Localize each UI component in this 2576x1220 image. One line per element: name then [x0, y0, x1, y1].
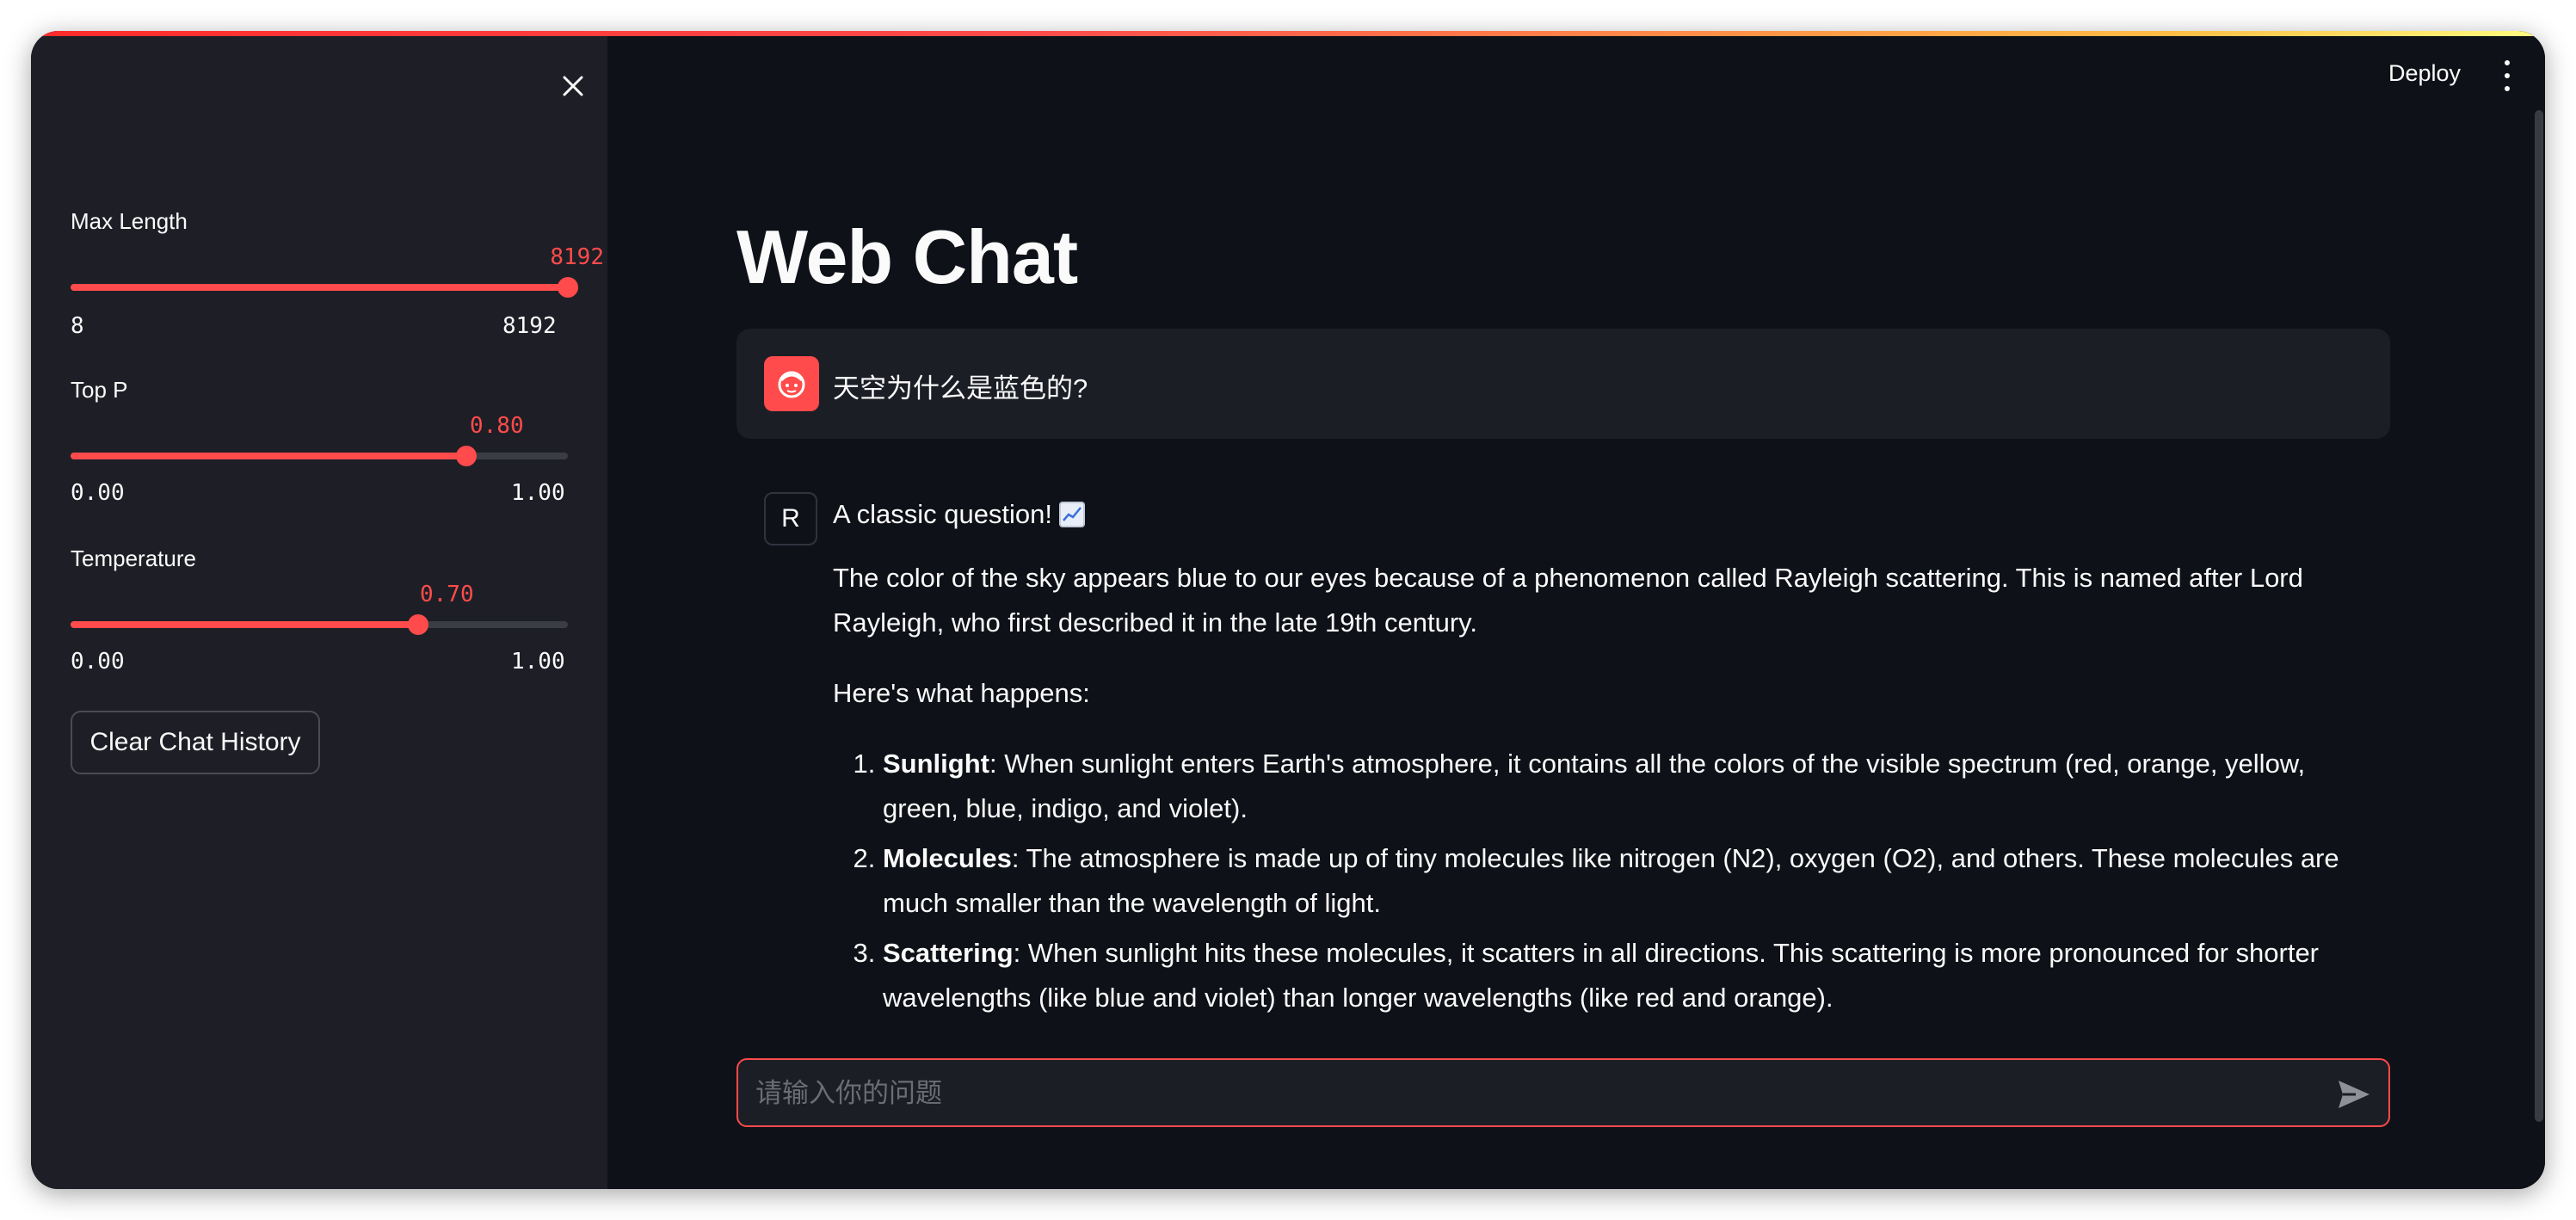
- slider-min: 8: [71, 313, 84, 339]
- slider-fill: [71, 453, 466, 459]
- slider-top-p: Top P 0.80 0.00 1.00: [71, 377, 604, 506]
- main-area: Deploy Web Chat 天空为什么是蓝色的? R A classic q…: [607, 31, 2545, 1189]
- list-item-term: Scattering: [883, 938, 1014, 968]
- slider-fill: [71, 621, 418, 628]
- slider-max: 8192: [502, 313, 557, 339]
- assistant-avatar: R: [764, 492, 817, 545]
- user-message: 天空为什么是蓝色的?: [736, 329, 2390, 439]
- slider-track[interactable]: [71, 277, 578, 298]
- slider-thumb[interactable]: [456, 446, 477, 466]
- slider-thumb[interactable]: [408, 614, 428, 635]
- page-title: Web Chat: [736, 214, 1078, 299]
- slider-max: 1.00: [511, 480, 565, 506]
- slider-label: Max Length: [71, 208, 188, 234]
- slider-min: 0.00: [71, 480, 125, 506]
- assistant-message: A classic question! The color of the sky…: [833, 492, 2373, 1026]
- slider-fill: [71, 284, 568, 291]
- list-item-term: Sunlight: [883, 749, 989, 779]
- close-icon: [563, 76, 583, 96]
- slider-label: Top P: [71, 377, 128, 403]
- list-item: Molecules: The atmosphere is made up of …: [883, 836, 2373, 926]
- slider-label: Temperature: [71, 545, 196, 571]
- chat-input-container: [736, 1058, 2390, 1127]
- more-options-button[interactable]: [2499, 60, 2516, 91]
- slider-thumb[interactable]: [558, 277, 578, 298]
- assistant-intro-text: A classic question!: [833, 499, 1053, 529]
- slider-min: 0.00: [71, 649, 125, 675]
- slider-value: 0.80: [470, 413, 524, 439]
- list-item-term: Molecules: [883, 843, 1012, 873]
- deploy-button[interactable]: Deploy: [2388, 60, 2461, 87]
- scrollbar[interactable]: [2535, 110, 2543, 1122]
- assistant-list: Sunlight: When sunlight enters Earth's a…: [833, 742, 2373, 1020]
- send-button[interactable]: [2335, 1075, 2373, 1113]
- kebab-dot: [2505, 73, 2510, 78]
- send-icon: [2339, 1081, 2370, 1108]
- app-window: Max Length 8192 8 8192 Top P 0.80 0.00 1…: [31, 31, 2545, 1189]
- slider-track[interactable]: [71, 614, 568, 635]
- list-item-text: : When sunlight hits these molecules, it…: [883, 938, 2320, 1013]
- assistant-paragraph: The color of the sky appears blue to our…: [833, 563, 2303, 638]
- slider-max-length: Max Length 8192 8 8192: [71, 208, 604, 339]
- assistant-intro: A classic question!: [833, 492, 2373, 537]
- list-item-text: : When sunlight enters Earth's atmospher…: [883, 749, 2306, 823]
- chart-increasing-icon: [1059, 502, 1086, 527]
- slider-track[interactable]: [71, 446, 568, 466]
- chat-input[interactable]: [754, 1060, 2306, 1127]
- assistant-paragraph: Here's what happens:: [833, 678, 1090, 708]
- user-message-text: 天空为什么是蓝色的?: [833, 373, 1088, 404]
- list-item: Scattering: When sunlight hits these mol…: [883, 931, 2373, 1020]
- list-item: Sunlight: When sunlight enters Earth's a…: [883, 742, 2373, 831]
- slider-temperature: Temperature 0.70 0.00 1.00: [71, 545, 604, 675]
- close-sidebar-button[interactable]: [551, 64, 595, 108]
- kebab-dot: [2505, 60, 2510, 65]
- user-face-icon: [778, 371, 805, 398]
- sidebar: Max Length 8192 8 8192 Top P 0.80 0.00 1…: [31, 31, 607, 1189]
- user-avatar: [764, 356, 819, 411]
- top-decoration-bar: [31, 31, 2545, 36]
- slider-value: 0.70: [420, 582, 474, 607]
- kebab-dot: [2505, 86, 2510, 91]
- list-item-text: : The atmosphere is made up of tiny mole…: [883, 843, 2339, 918]
- clear-chat-history-button[interactable]: Clear Chat History: [71, 711, 320, 774]
- slider-value: 8192: [550, 244, 604, 270]
- slider-max: 1.00: [511, 649, 565, 675]
